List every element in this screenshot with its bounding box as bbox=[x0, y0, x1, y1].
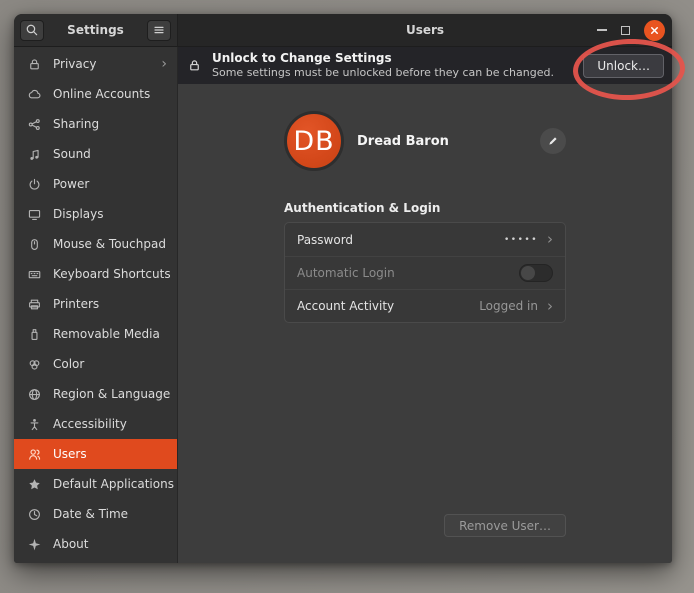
unlock-banner: Unlock to Change Settings Some settings … bbox=[178, 47, 672, 84]
automatic-login-toggle[interactable] bbox=[519, 264, 553, 282]
cloud-icon bbox=[27, 87, 42, 102]
titlebar: Settings Users bbox=[14, 14, 672, 47]
close-icon bbox=[649, 25, 660, 36]
password-row[interactable]: Password ••••• › bbox=[285, 223, 565, 256]
lock-icon bbox=[187, 58, 202, 73]
titlebar-content-section: Users bbox=[178, 14, 672, 47]
color-icon bbox=[27, 357, 42, 372]
sidebar-item-label: Power bbox=[53, 177, 89, 191]
sidebar-item-accessibility[interactable]: Accessibility bbox=[14, 409, 177, 439]
printer-icon bbox=[27, 297, 42, 312]
window-controls bbox=[597, 20, 672, 41]
power-icon bbox=[27, 177, 42, 192]
footer-actions: Remove User… bbox=[284, 514, 566, 537]
lock-icon bbox=[27, 57, 42, 72]
sidebar-item-label: Users bbox=[53, 447, 87, 461]
search-icon bbox=[25, 23, 39, 37]
sidebar-item-label: Privacy bbox=[53, 57, 96, 71]
maximize-button[interactable] bbox=[621, 26, 630, 35]
sidebar-item-label: Keyboard Shortcuts bbox=[53, 267, 171, 281]
sidebar-item-date-time[interactable]: Date & Time bbox=[14, 499, 177, 529]
password-label: Password bbox=[297, 233, 353, 247]
sidebar-item-keyboard-shortcuts[interactable]: Keyboard Shortcuts bbox=[14, 259, 177, 289]
sidebar-item-color[interactable]: Color bbox=[14, 349, 177, 379]
sidebar-item-online-accounts[interactable]: Online Accounts bbox=[14, 79, 177, 109]
sidebar-item-label: Online Accounts bbox=[53, 87, 150, 101]
sidebar-item-privacy[interactable]: Privacy › bbox=[14, 49, 177, 79]
accessibility-icon bbox=[27, 417, 42, 432]
chevron-right-icon: › bbox=[547, 232, 553, 247]
pencil-icon bbox=[547, 135, 559, 147]
sidebar-item-label: Date & Time bbox=[53, 507, 128, 521]
hamburger-icon bbox=[152, 23, 166, 37]
sidebar-item-label: Removable Media bbox=[53, 327, 160, 341]
titlebar-sidebar-section: Settings bbox=[14, 14, 178, 47]
sidebar-item-removable-media[interactable]: Removable Media bbox=[14, 319, 177, 349]
password-value: ••••• bbox=[504, 235, 538, 245]
sidebar-item-default-applications[interactable]: Default Applications bbox=[14, 469, 177, 499]
toggle-knob bbox=[521, 266, 535, 280]
removable-icon bbox=[27, 327, 42, 342]
unlock-button[interactable]: Unlock… bbox=[583, 54, 664, 78]
sidebar-item-label: Mouse & Touchpad bbox=[53, 237, 166, 251]
avatar: DB bbox=[284, 111, 344, 171]
settings-window: Settings Users Privacy › Online Accounts Sh… bbox=[14, 14, 672, 563]
sidebar-title: Settings bbox=[67, 23, 124, 37]
globe-icon bbox=[27, 387, 42, 402]
user-row: DB Dread Baron bbox=[284, 111, 566, 171]
sidebar-item-users[interactable]: Users bbox=[14, 439, 177, 469]
sidebar-item-printers[interactable]: Printers bbox=[14, 289, 177, 319]
main-pane: Unlock to Change Settings Some settings … bbox=[178, 47, 672, 563]
menu-button[interactable] bbox=[147, 20, 171, 41]
banner-text: Unlock to Change Settings Some settings … bbox=[212, 51, 554, 80]
sidebar-item-label: About bbox=[53, 537, 88, 551]
share-icon bbox=[27, 117, 42, 132]
search-button[interactable] bbox=[20, 20, 44, 41]
sidebar-item-label: Accessibility bbox=[53, 417, 127, 431]
clock-icon bbox=[27, 507, 42, 522]
sidebar-item-label: Default Applications bbox=[53, 477, 174, 491]
star-icon bbox=[27, 477, 42, 492]
close-button[interactable] bbox=[644, 20, 665, 41]
chevron-right-icon: › bbox=[161, 57, 167, 71]
chevron-right-icon: › bbox=[547, 299, 553, 314]
sidebar-item-label: Sharing bbox=[53, 117, 99, 131]
sidebar-item-label: Color bbox=[53, 357, 84, 371]
sidebar-item-power[interactable]: Power bbox=[14, 169, 177, 199]
minimize-button[interactable] bbox=[597, 29, 607, 31]
sound-icon bbox=[27, 147, 42, 162]
sidebar-item-label: Region & Language bbox=[53, 387, 170, 401]
users-icon bbox=[27, 447, 42, 462]
sidebar-item-region-language[interactable]: Region & Language bbox=[14, 379, 177, 409]
account-activity-row[interactable]: Account Activity Logged in › bbox=[285, 289, 565, 322]
sidebar-item-sharing[interactable]: Sharing bbox=[14, 109, 177, 139]
displays-icon bbox=[27, 207, 42, 222]
sidebar-list: Privacy › Online Accounts Sharing Sound Power… bbox=[14, 47, 178, 563]
section-heading: Authentication & Login bbox=[284, 201, 566, 215]
keyboard-icon bbox=[27, 267, 42, 282]
edit-user-button[interactable] bbox=[540, 128, 566, 154]
account-activity-value: Logged in bbox=[479, 299, 538, 313]
account-activity-label: Account Activity bbox=[297, 299, 394, 313]
sidebar-item-mouse-touchpad[interactable]: Mouse & Touchpad bbox=[14, 229, 177, 259]
remove-user-button[interactable]: Remove User… bbox=[444, 514, 566, 537]
automatic-login-label: Automatic Login bbox=[297, 266, 395, 280]
sparkle-icon bbox=[27, 537, 42, 552]
sidebar-item-sound[interactable]: Sound bbox=[14, 139, 177, 169]
sidebar-item-label: Printers bbox=[53, 297, 99, 311]
sidebar-item-label: Displays bbox=[53, 207, 103, 221]
user-name: Dread Baron bbox=[357, 134, 449, 149]
sidebar-item-label: Sound bbox=[53, 147, 91, 161]
sidebar-item-about[interactable]: About bbox=[14, 529, 177, 559]
automatic-login-row[interactable]: Automatic Login bbox=[285, 256, 565, 289]
users-content: DB Dread Baron Authentication & Login Pa… bbox=[178, 84, 672, 563]
banner-subtitle: Some settings must be unlocked before th… bbox=[212, 66, 554, 80]
auth-card: Password ••••• › Automatic Login bbox=[284, 222, 566, 323]
mouse-icon bbox=[27, 237, 42, 252]
sidebar-item-displays[interactable]: Displays bbox=[14, 199, 177, 229]
banner-title: Unlock to Change Settings bbox=[212, 51, 554, 66]
